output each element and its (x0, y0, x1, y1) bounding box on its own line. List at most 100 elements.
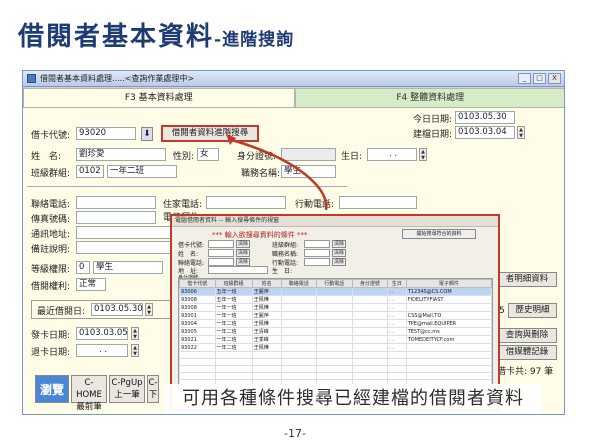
table-cell-empty (387, 372, 407, 380)
return-date-spinner[interactable]: ▲ ▼ (131, 344, 139, 357)
popup-class-field[interactable] (304, 240, 330, 248)
popup-card-clear[interactable]: 清除 (236, 240, 250, 248)
col-birthday[interactable]: 生日 (387, 279, 407, 288)
address-label: 通訊地址: (31, 230, 71, 240)
table-row-empty (179, 372, 492, 380)
level-code-field[interactable]: 0 (76, 261, 90, 274)
detail-data-button[interactable]: 者明細資料 (497, 272, 557, 287)
table-cell-id (351, 287, 389, 296)
table-cell-name: 王清峰 (251, 327, 282, 336)
table-cell-empty (179, 365, 216, 373)
notes-field[interactable] (76, 241, 176, 254)
name-field[interactable]: 劉珍愛 (76, 148, 166, 161)
browse-button[interactable]: 瀏覽 (35, 375, 69, 403)
level-name-field[interactable]: 學生 (93, 261, 163, 274)
maximize-button[interactable]: □ (533, 73, 546, 84)
popup-card-field[interactable] (208, 240, 234, 248)
prev-record-button[interactable]: C-PgUp 上一筆 (109, 375, 145, 403)
recent-borrow-spinner[interactable]: ▲ ▼ (145, 303, 153, 316)
table-row[interactable]: 93004 一年二班 王佩樺 . . TPE@mail.EQUIPER (179, 319, 492, 328)
table-cell-bday: . . (387, 319, 407, 328)
col-phone[interactable]: 聯絡電話 (280, 279, 318, 288)
popup-name-clear[interactable]: 清除 (236, 249, 250, 257)
table-cell-empty (316, 351, 353, 359)
col-mobile[interactable]: 行動電話 (316, 279, 353, 288)
popup-job-field[interactable] (304, 249, 330, 257)
table-cell-bday: . . (387, 295, 407, 304)
table-cell-empty (214, 351, 253, 359)
popup-phone-clear[interactable]: 清除 (236, 258, 250, 266)
slide-title-main: 借閱者基本資料 (18, 22, 215, 52)
address-field[interactable] (76, 226, 176, 239)
created-spinner[interactable]: ▲ ▼ (517, 126, 525, 139)
table-cell-empty (316, 358, 353, 366)
table-cell-empty (351, 372, 389, 380)
table-cell-phone (280, 303, 318, 312)
table-row[interactable]: 93008 五年一班 王佩樺 . . FIDELITYFIAST (179, 295, 492, 304)
birthday-field[interactable]: . . (367, 148, 417, 161)
popup-class-clear[interactable]: 清除 (332, 240, 346, 248)
popup-name-field[interactable] (208, 249, 234, 257)
table-cell-bday: . . (387, 327, 407, 336)
table-cell-empty (387, 351, 407, 359)
col-email[interactable]: 電子郵件 (405, 279, 492, 288)
table-row[interactable]: 93005 一年二班 王清峰 . . TEST@cc.ms (179, 327, 492, 336)
table-row[interactable]: 93022 一年二班 王佩樺 . . (179, 343, 492, 352)
table-row[interactable]: 93006 五年一班 王麗萍 . . T1234S@CS.COM (179, 287, 492, 296)
tab-overall-data[interactable]: F4 整體資料處理 (294, 88, 564, 108)
popup-class-label: 班級群組: (272, 242, 299, 249)
table-cell-card: 93001 (179, 311, 216, 320)
issue-date-spinner[interactable]: ▲ ▼ (131, 327, 139, 340)
next-record-button[interactable]: C- 下 (147, 375, 159, 403)
minimize-button[interactable]: _ (518, 73, 531, 84)
media-record-button[interactable]: 借媒體記錄 (497, 345, 557, 360)
table-row[interactable]: 93021 一年二班 王季峰 . . TOMEDEITYCF.com (179, 335, 492, 344)
card-lookup-icon[interactable]: ⬇ (141, 127, 153, 141)
table-cell-empty (387, 358, 407, 366)
table-cell-name: 王佩樺 (251, 303, 282, 312)
issue-date-field[interactable]: 0103.03.05 (76, 327, 128, 340)
close-button[interactable]: X (548, 73, 561, 84)
home-phone-field[interactable] (206, 196, 286, 209)
id-field[interactable] (281, 148, 336, 161)
advanced-search-button[interactable]: 借閱者資料進階搜尋 (161, 125, 259, 142)
table-cell-klass: 一年二班 (214, 335, 253, 344)
table-cell-klass: 五年一班 (214, 295, 253, 304)
popup-mobile-clear[interactable]: 清除 (332, 258, 346, 266)
created-field[interactable]: 0103.03.04 (455, 126, 515, 139)
popup-job-clear[interactable]: 清除 (332, 249, 346, 257)
gender-field[interactable]: 女 (197, 148, 219, 161)
job-field[interactable]: 學生 (281, 165, 336, 178)
fax-field[interactable] (76, 211, 156, 224)
col-card[interactable]: 借卡代號 (179, 279, 216, 288)
table-row[interactable]: 93008 一年一班 王佩樺 . . (179, 303, 492, 312)
col-class[interactable]: 班級群組 (214, 279, 253, 288)
slide-title-sub: -進階搜詢 (214, 30, 295, 50)
class-name-field[interactable]: 一年二班 (107, 165, 177, 178)
birthday-spinner[interactable]: ▲ ▼ (419, 148, 427, 161)
popup-phone-field[interactable] (208, 258, 234, 266)
query-delete-button[interactable]: 查詢與刪除 (497, 328, 557, 343)
popup-address-field[interactable] (208, 266, 268, 274)
contact-phone-field[interactable] (76, 196, 156, 209)
start-search-button[interactable]: 開始搜尋符合的資料 (402, 229, 476, 239)
tab-basic-data[interactable]: F3 基本資料處理 (23, 88, 295, 108)
popup-mobile-field[interactable] (304, 258, 330, 266)
card-field[interactable]: 93020 (76, 127, 136, 140)
class-label: 班級群組: (31, 169, 71, 179)
first-record-button[interactable]: C-HOME 最前筆 (71, 375, 107, 412)
class-code-field[interactable]: 0102 (76, 165, 104, 178)
table-cell-bday: . . (387, 343, 407, 352)
table-cell-empty (179, 372, 216, 380)
today-label: 今日日期: (413, 115, 453, 125)
mobile-field[interactable] (339, 196, 417, 209)
today-field[interactable]: 0103.05.30 (455, 111, 515, 124)
borrow-right-field[interactable]: 正常 (76, 278, 106, 291)
table-cell-klass: 一年一班 (214, 303, 253, 312)
return-date-field[interactable]: . . (76, 344, 128, 357)
table-row[interactable]: 93001 一年一班 王麗萍 . . CSS@Mail.TO (179, 311, 492, 320)
recent-borrow-field[interactable]: 0103.05.30 (91, 303, 143, 316)
col-id[interactable]: 身分證號 (351, 279, 389, 288)
history-detail-button[interactable]: 歷史明細 (508, 303, 557, 318)
col-name[interactable]: 姓名 (251, 279, 282, 288)
